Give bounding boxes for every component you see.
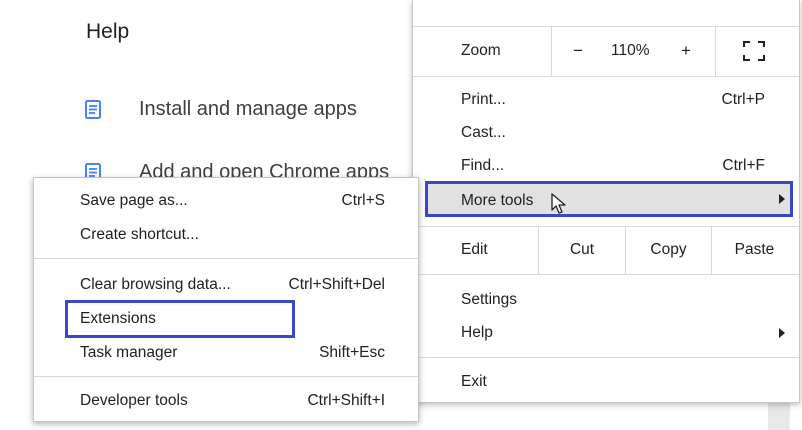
clear-browsing-label: Clear browsing data... [80, 276, 231, 293]
menu-item-developer-tools[interactable]: Developer tools Ctrl+Shift+I [34, 386, 418, 416]
zoom-level: 110% [611, 42, 650, 59]
exit-label: Exit [461, 373, 487, 390]
edit-label: Edit [461, 241, 488, 258]
help-item-install-apps[interactable]: Install and manage apps [85, 98, 357, 121]
task-manager-label: Task manager [80, 344, 178, 361]
divider [551, 26, 552, 76]
menu-item-more-tools[interactable]: More tools [425, 181, 793, 217]
zoom-label: Zoom [461, 42, 501, 59]
more-tools-label: More tools [461, 192, 534, 209]
find-shortcut: Ctrl+F [722, 157, 765, 174]
menu-item-help[interactable]: Help [413, 316, 799, 350]
submenu-arrow-icon [779, 194, 785, 204]
task-manager-shortcut: Shift+Esc [319, 344, 385, 361]
find-label: Find... [461, 157, 505, 174]
settings-label: Settings [461, 291, 518, 308]
menu-item-cast[interactable]: Cast... [413, 116, 799, 150]
save-page-label: Save page as... [80, 192, 188, 209]
developer-tools-label: Developer tools [80, 392, 188, 409]
cast-label: Cast... [461, 124, 506, 141]
menu-item-exit[interactable]: Exit [413, 365, 799, 399]
menu-item-save-page[interactable]: Save page as... Ctrl+S [34, 186, 418, 216]
help-label: Help [461, 324, 493, 341]
print-shortcut: Ctrl+P [721, 91, 766, 108]
cut-button[interactable]: Cut [539, 226, 625, 274]
help-title: Help [86, 20, 130, 43]
mouse-cursor-icon [551, 193, 566, 214]
separator [413, 76, 799, 77]
submenu-arrow-icon [779, 328, 785, 338]
help-item-label: Install and manage apps [139, 98, 357, 120]
fullscreen-icon[interactable] [743, 41, 765, 61]
menu-item-task-manager[interactable]: Task manager Shift+Esc [34, 338, 418, 368]
copy-button[interactable]: Copy [626, 226, 711, 274]
developer-tools-shortcut: Ctrl+Shift+I [307, 392, 385, 409]
more-tools-submenu: Save page as... Ctrl+S Create shortcut..… [33, 177, 419, 422]
create-shortcut-label: Create shortcut... [80, 226, 199, 243]
separator [34, 376, 418, 377]
zoom-row: Zoom − 110% + [413, 26, 799, 76]
separator [413, 274, 799, 275]
menu-item-find[interactable]: Find... Ctrl+F [413, 149, 799, 183]
menu-item-clear-browsing-data[interactable]: Clear browsing data... Ctrl+Shift+Del [34, 270, 418, 300]
zoom-out-button[interactable]: − [573, 41, 583, 61]
menu-item-create-shortcut[interactable]: Create shortcut... [34, 220, 418, 250]
separator [413, 357, 799, 358]
extensions-highlight-box [65, 300, 295, 338]
menu-item-settings[interactable]: Settings [413, 283, 799, 317]
separator [34, 258, 418, 259]
clear-browsing-shortcut: Ctrl+Shift+Del [288, 276, 385, 293]
save-page-shortcut: Ctrl+S [341, 192, 386, 209]
zoom-in-button[interactable]: + [681, 41, 691, 61]
paste-button[interactable]: Paste [712, 226, 797, 274]
divider [715, 26, 716, 76]
menu-item-print[interactable]: Print... Ctrl+P [413, 83, 799, 117]
print-label: Print... [461, 91, 506, 108]
document-icon [85, 100, 101, 119]
edit-row: Edit Cut Copy Paste [413, 226, 799, 274]
chrome-main-menu: Zoom − 110% + Print... Ctrl+P Cast... Fi… [412, 0, 800, 403]
